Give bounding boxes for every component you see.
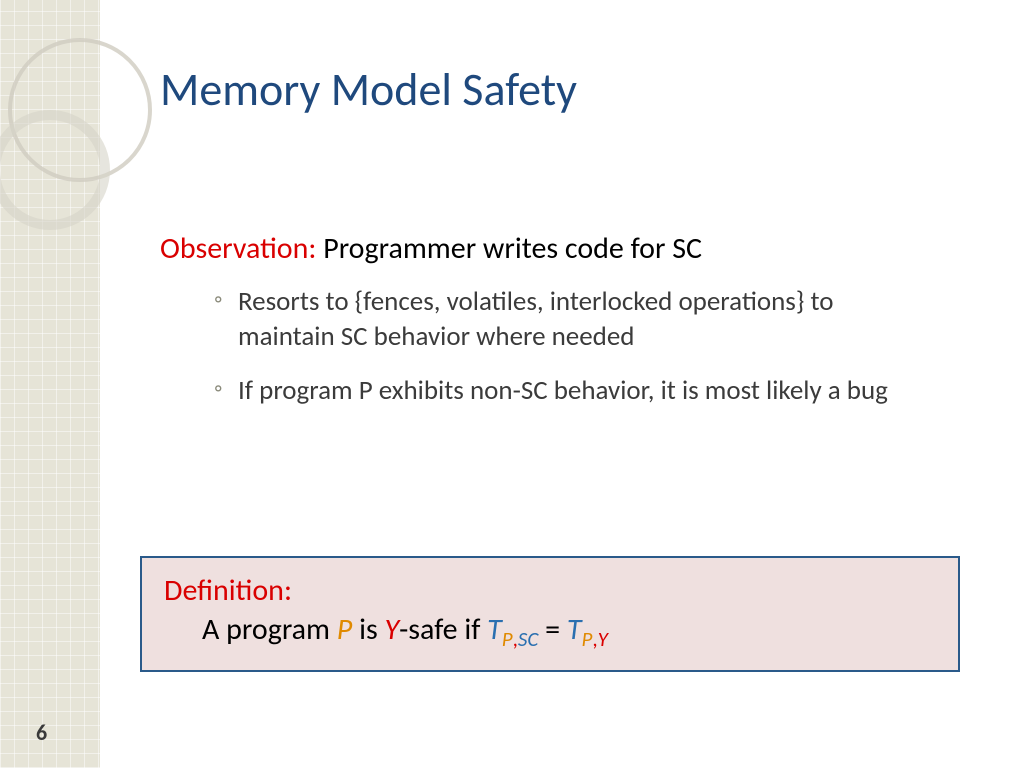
def-P: P — [337, 611, 353, 648]
def-Y: Y — [384, 611, 399, 648]
def-eq: = — [538, 611, 567, 648]
def-T1: T — [487, 611, 502, 648]
list-item: If program P exhibits non-SC behavior, i… — [214, 374, 914, 409]
list-item: Resorts to {fences, volatiles, interlock… — [214, 285, 914, 354]
def-sub2-Y: Y — [598, 626, 608, 652]
def-is: is — [352, 611, 384, 648]
slide-body: Observation: Programmer writes code for … — [160, 230, 940, 429]
observation-label: Observation: — [160, 230, 316, 267]
page-number: 6 — [36, 719, 47, 746]
def-prefix: A program — [202, 611, 337, 648]
definition-box: Definition: A program P is Y-safe if TP,… — [140, 556, 960, 672]
def-sub1-SC: SC — [518, 626, 538, 652]
slide: Memory Model Safety Observation: Program… — [0, 0, 1024, 768]
def-sub2-P: P — [582, 626, 593, 652]
bullet-list: Resorts to {fences, volatiles, interlock… — [214, 285, 914, 409]
slide-title: Memory Model Safety — [160, 62, 577, 118]
def-safe: -safe if — [399, 611, 487, 648]
observation-line: Observation: Programmer writes code for … — [160, 230, 940, 267]
observation-text: Programmer writes code for SC — [323, 230, 702, 267]
def-T2: T — [567, 611, 582, 648]
def-sub1-P: P — [502, 626, 513, 652]
definition-label: Definition: — [164, 572, 936, 609]
definition-text: A program P is Y-safe if TP,SC = TP,Y — [164, 611, 936, 652]
decorative-strip — [0, 0, 100, 768]
